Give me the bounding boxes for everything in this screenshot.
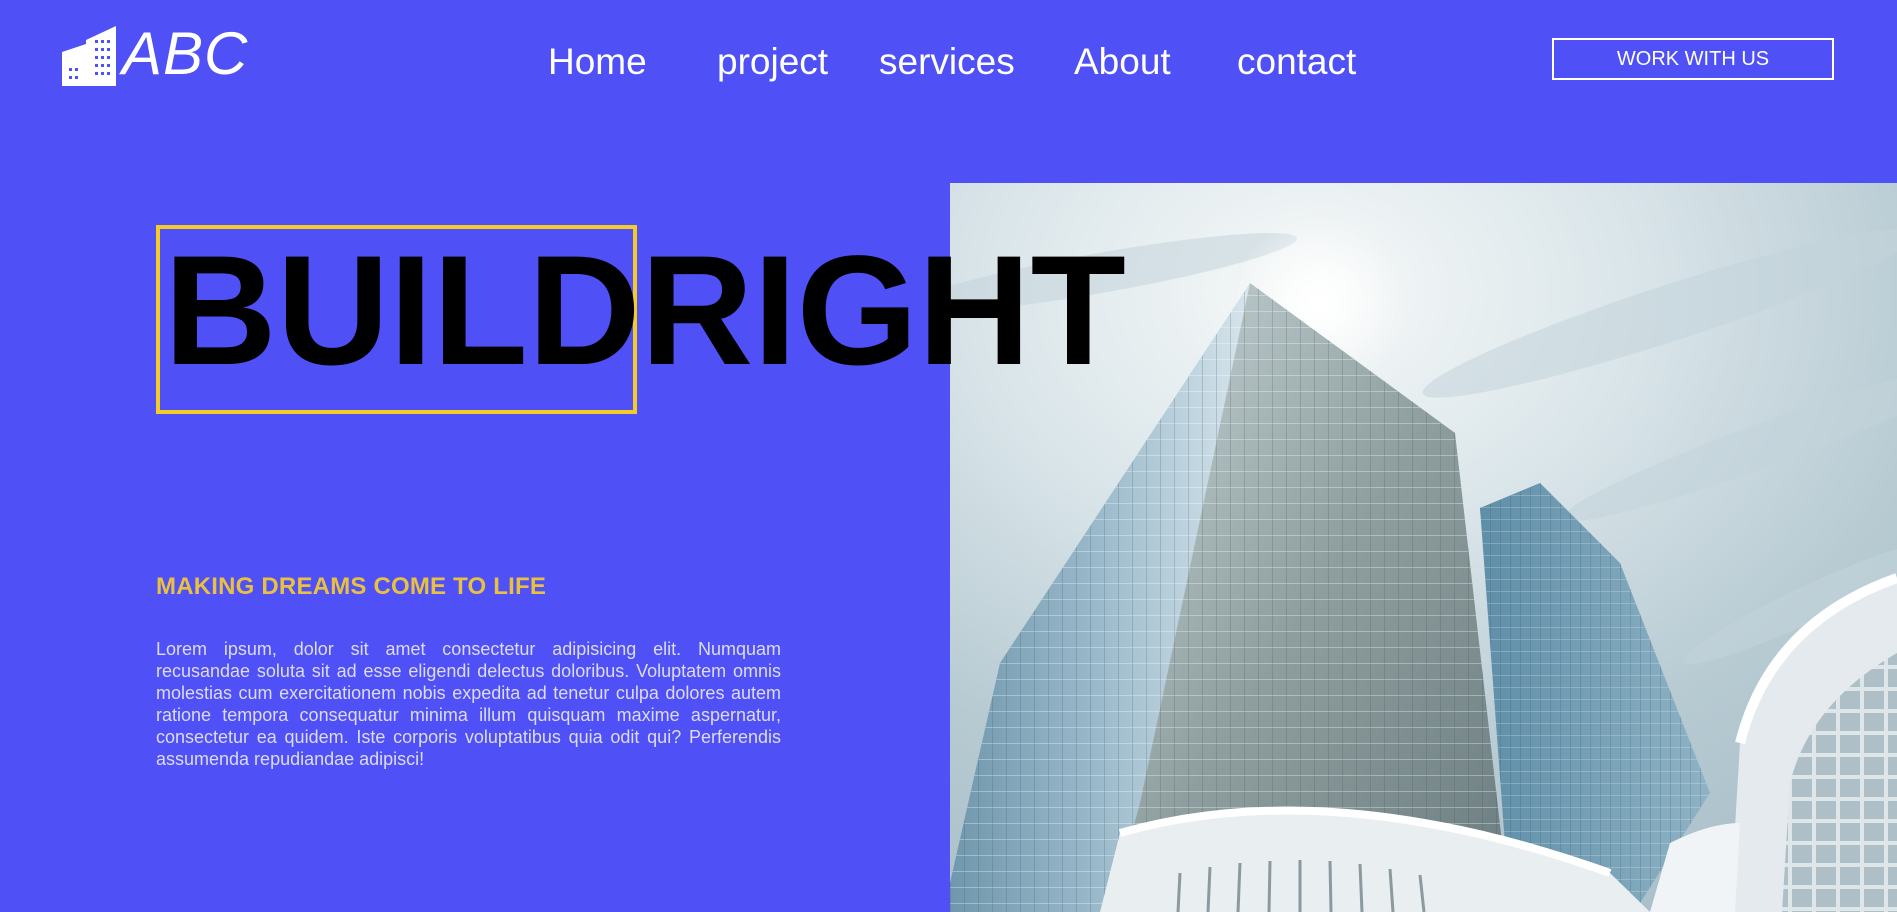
- nav-item-home[interactable]: Home: [548, 42, 647, 82]
- nav-item-about[interactable]: About: [1074, 42, 1171, 82]
- hero-headline: BUILDRIGHT: [164, 226, 1126, 396]
- headline-part-right: RIGHT: [640, 224, 1126, 398]
- nav-item-services[interactable]: services: [879, 42, 1015, 82]
- hero-tagline: MAKING DREAMS COME TO LIFE: [156, 573, 547, 600]
- nav-item-project[interactable]: project: [717, 42, 828, 82]
- nav-item-contact[interactable]: contact: [1237, 42, 1356, 82]
- headline-part-build: BUILD: [164, 224, 641, 398]
- hero-description: Lorem ipsum, dolor sit amet consectetur …: [156, 639, 781, 769]
- work-with-us-button[interactable]: WORK WITH US: [1552, 38, 1834, 80]
- landing-page: ABC Home project services About contact …: [0, 0, 1897, 912]
